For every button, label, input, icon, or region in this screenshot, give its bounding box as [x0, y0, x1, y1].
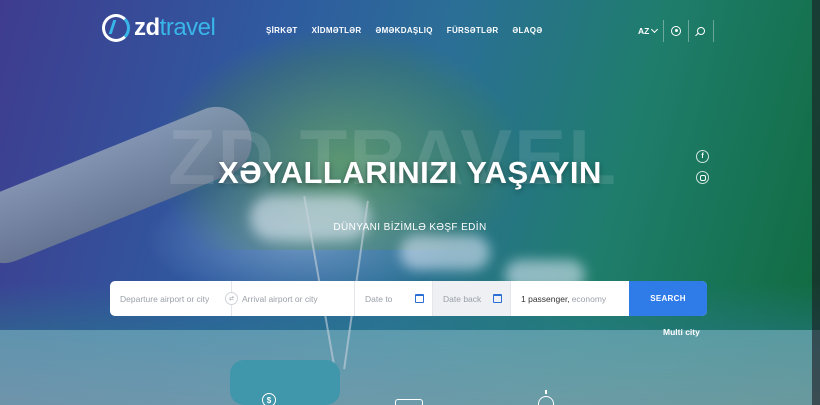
- header-actions: AZ: [638, 20, 715, 42]
- beach-image: [0, 330, 820, 405]
- logo[interactable]: zdtravel: [102, 14, 216, 42]
- date-back-input[interactable]: Date back: [433, 281, 511, 316]
- logo-travel: travel: [159, 14, 216, 41]
- date-to-input[interactable]: Date to: [355, 281, 433, 316]
- account-button[interactable]: [664, 20, 688, 42]
- social-links: f: [696, 150, 709, 184]
- nav-item-services[interactable]: XİDMƏTLƏR: [312, 26, 362, 35]
- nav-item-cooperation[interactable]: ƏMƏKDAŞLIQ: [375, 26, 432, 35]
- language-selector[interactable]: AZ: [638, 25, 659, 36]
- facebook-icon[interactable]: f: [696, 150, 709, 163]
- search-icon: [697, 27, 706, 35]
- hero-subtitle: DÜNYANI BİZİMLƏ KƏŞF EDİN: [333, 222, 487, 233]
- main-nav: ŞİRKƏT XİDMƏTLƏR ƏMƏKDAŞLIQ FÜRSƏTLƏR ƏL…: [266, 26, 556, 35]
- arrival-input[interactable]: Arrival airport or city: [232, 281, 355, 316]
- chevron-down-icon: [651, 25, 659, 34]
- swap-airports-button[interactable]: ⇄: [225, 292, 238, 305]
- suitcase-icon: [395, 399, 423, 405]
- nav-item-contact[interactable]: ƏLAQƏ: [512, 26, 542, 35]
- language-label: AZ: [638, 26, 650, 36]
- calendar-icon: [493, 294, 502, 303]
- user-icon: [671, 26, 682, 36]
- multi-city-link[interactable]: Multi city: [663, 327, 700, 337]
- search-button[interactable]: [689, 20, 713, 42]
- logo-icon: [102, 14, 130, 42]
- flight-search-bar: Departure airport or city ⇄ Arrival airp…: [110, 281, 707, 316]
- header-divider: [713, 20, 715, 42]
- calendar-icon: [415, 294, 424, 303]
- cloud-image: [400, 235, 490, 270]
- departure-input[interactable]: Departure airport or city: [110, 281, 232, 316]
- search-flights-button[interactable]: SEARCH: [629, 281, 707, 316]
- dollar-icon: $: [262, 393, 276, 405]
- passengers-value: 1 passenger,: [521, 293, 570, 304]
- passengers-select[interactable]: 1 passenger, economy: [511, 281, 629, 316]
- logo-zd: zd: [134, 14, 160, 41]
- date-back-placeholder: Date back: [443, 293, 482, 304]
- nav-item-opportunities[interactable]: FÜRSƏTLƏR: [447, 26, 499, 35]
- class-value: economy: [571, 293, 607, 304]
- instagram-glyph: [699, 174, 706, 181]
- facebook-glyph: f: [701, 153, 704, 160]
- date-to-placeholder: Date to: [365, 293, 393, 304]
- nav-item-company[interactable]: ŞİRKƏT: [266, 26, 298, 35]
- hero-section: ZD TRAVEL zdtravel ŞİRKƏT XİDMƏTLƏR ƏMƏK…: [0, 0, 820, 405]
- sun-icon: [538, 390, 554, 405]
- page-edge: [812, 0, 820, 405]
- dollar-glyph: $: [266, 395, 272, 405]
- instagram-icon[interactable]: [696, 171, 709, 184]
- logo-text: zdtravel: [134, 14, 216, 42]
- swing-image: [230, 360, 340, 405]
